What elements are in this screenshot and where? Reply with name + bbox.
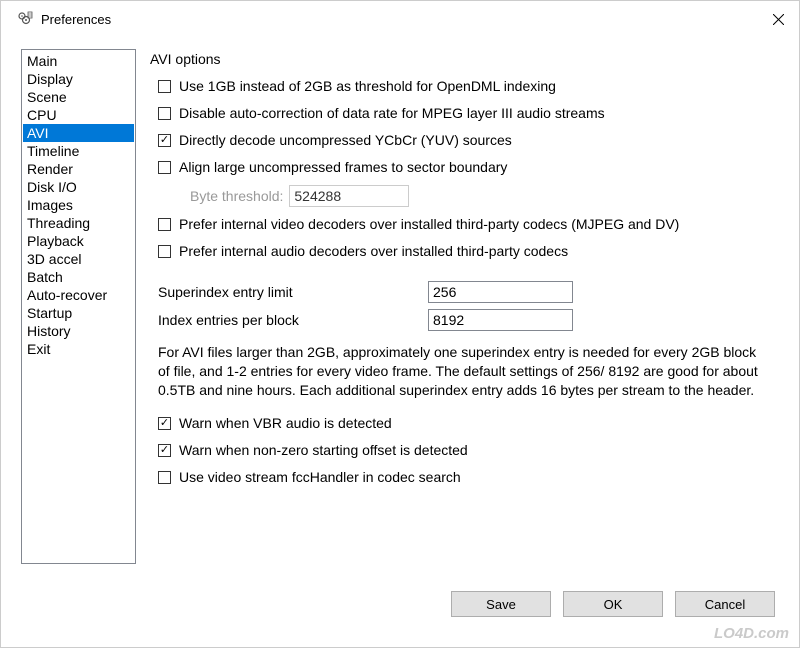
option-prefer-video-decoder[interactable]: Prefer internal video decoders over inst… xyxy=(158,215,779,234)
main-panel: AVI options Use 1GB instead of 2GB as th… xyxy=(150,49,779,564)
sidebar-item-disk-i-o[interactable]: Disk I/O xyxy=(23,178,134,196)
window-title: Preferences xyxy=(41,12,769,27)
save-button[interactable]: Save xyxy=(451,591,551,617)
sidebar-item-startup[interactable]: Startup xyxy=(23,304,134,322)
checkbox-disable-autocorrect[interactable] xyxy=(158,107,171,120)
option-label: Warn when VBR audio is detected xyxy=(179,414,779,433)
option-label: Prefer internal audio decoders over inst… xyxy=(179,242,779,261)
sidebar-list[interactable]: MainDisplaySceneCPUAVITimelineRenderDisk… xyxy=(21,49,136,564)
sidebar-item-auto-recover[interactable]: Auto-recover xyxy=(23,286,134,304)
checkbox-warn-offset[interactable] xyxy=(158,444,171,457)
option-label: Prefer internal video decoders over inst… xyxy=(179,215,779,234)
app-icon xyxy=(17,11,33,27)
option-fcchandler[interactable]: Use video stream fccHandler in codec sea… xyxy=(158,468,779,487)
group-title: AVI options xyxy=(150,51,779,67)
option-align-frames[interactable]: Align large uncompressed frames to secto… xyxy=(158,158,779,177)
sidebar-item-threading[interactable]: Threading xyxy=(23,214,134,232)
window-close-button[interactable] xyxy=(769,10,787,28)
checkbox-prefer-video[interactable] xyxy=(158,218,171,231)
checkbox-prefer-audio[interactable] xyxy=(158,245,171,258)
checkbox-direct-decode[interactable] xyxy=(158,134,171,147)
option-label: Disable auto-correction of data rate for… xyxy=(179,104,779,123)
option-label: Directly decode uncompressed YCbCr (YUV)… xyxy=(179,131,779,150)
sidebar-item-batch[interactable]: Batch xyxy=(23,268,134,286)
sidebar-item-exit[interactable]: Exit xyxy=(23,340,134,358)
option-label: Use 1GB instead of 2GB as threshold for … xyxy=(179,77,779,96)
close-icon xyxy=(773,14,784,25)
option-warn-vbr[interactable]: Warn when VBR audio is detected xyxy=(158,414,779,433)
info-text: For AVI files larger than 2GB, approxima… xyxy=(158,343,771,400)
option-label: Warn when non-zero starting offset is de… xyxy=(179,441,779,460)
checkbox-opendml[interactable] xyxy=(158,80,171,93)
index-entries-row: Index entries per block xyxy=(158,309,779,331)
option-direct-decode[interactable]: Directly decode uncompressed YCbCr (YUV)… xyxy=(158,131,779,150)
sidebar-item-images[interactable]: Images xyxy=(23,196,134,214)
sidebar-item-avi[interactable]: AVI xyxy=(23,124,134,142)
option-disable-autocorrect[interactable]: Disable auto-correction of data rate for… xyxy=(158,104,779,123)
ok-button[interactable]: OK xyxy=(563,591,663,617)
option-warn-offset[interactable]: Warn when non-zero starting offset is de… xyxy=(158,441,779,460)
dialog-button-row: Save OK Cancel xyxy=(451,591,775,617)
option-prefer-audio-decoder[interactable]: Prefer internal audio decoders over inst… xyxy=(158,242,779,261)
byte-threshold-label: Byte threshold: xyxy=(190,188,283,204)
content-area: MainDisplaySceneCPUAVITimelineRenderDisk… xyxy=(1,37,799,576)
sidebar-item-render[interactable]: Render xyxy=(23,160,134,178)
sidebar-item-timeline[interactable]: Timeline xyxy=(23,142,134,160)
checkbox-align-frames[interactable] xyxy=(158,161,171,174)
sidebar-item-3d-accel[interactable]: 3D accel xyxy=(23,250,134,268)
sidebar-item-playback[interactable]: Playback xyxy=(23,232,134,250)
superindex-input[interactable] xyxy=(428,281,573,303)
cancel-button[interactable]: Cancel xyxy=(675,591,775,617)
byte-threshold-input[interactable] xyxy=(289,185,409,207)
index-entries-label: Index entries per block xyxy=(158,312,428,328)
sidebar-item-scene[interactable]: Scene xyxy=(23,88,134,106)
superindex-row: Superindex entry limit xyxy=(158,281,779,303)
sidebar-item-cpu[interactable]: CPU xyxy=(23,106,134,124)
titlebar: Preferences xyxy=(1,1,799,37)
sidebar-item-main[interactable]: Main xyxy=(23,52,134,70)
sidebar-item-display[interactable]: Display xyxy=(23,70,134,88)
option-label: Use video stream fccHandler in codec sea… xyxy=(179,468,779,487)
superindex-label: Superindex entry limit xyxy=(158,284,428,300)
option-label: Align large uncompressed frames to secto… xyxy=(179,158,779,177)
index-entries-input[interactable] xyxy=(428,309,573,331)
sidebar-item-history[interactable]: History xyxy=(23,322,134,340)
checkbox-warn-vbr[interactable] xyxy=(158,417,171,430)
option-opendml-threshold[interactable]: Use 1GB instead of 2GB as threshold for … xyxy=(158,77,779,96)
byte-threshold-row: Byte threshold: xyxy=(190,185,779,207)
checkbox-fcchandler[interactable] xyxy=(158,471,171,484)
watermark: LO4D.com xyxy=(714,625,789,642)
